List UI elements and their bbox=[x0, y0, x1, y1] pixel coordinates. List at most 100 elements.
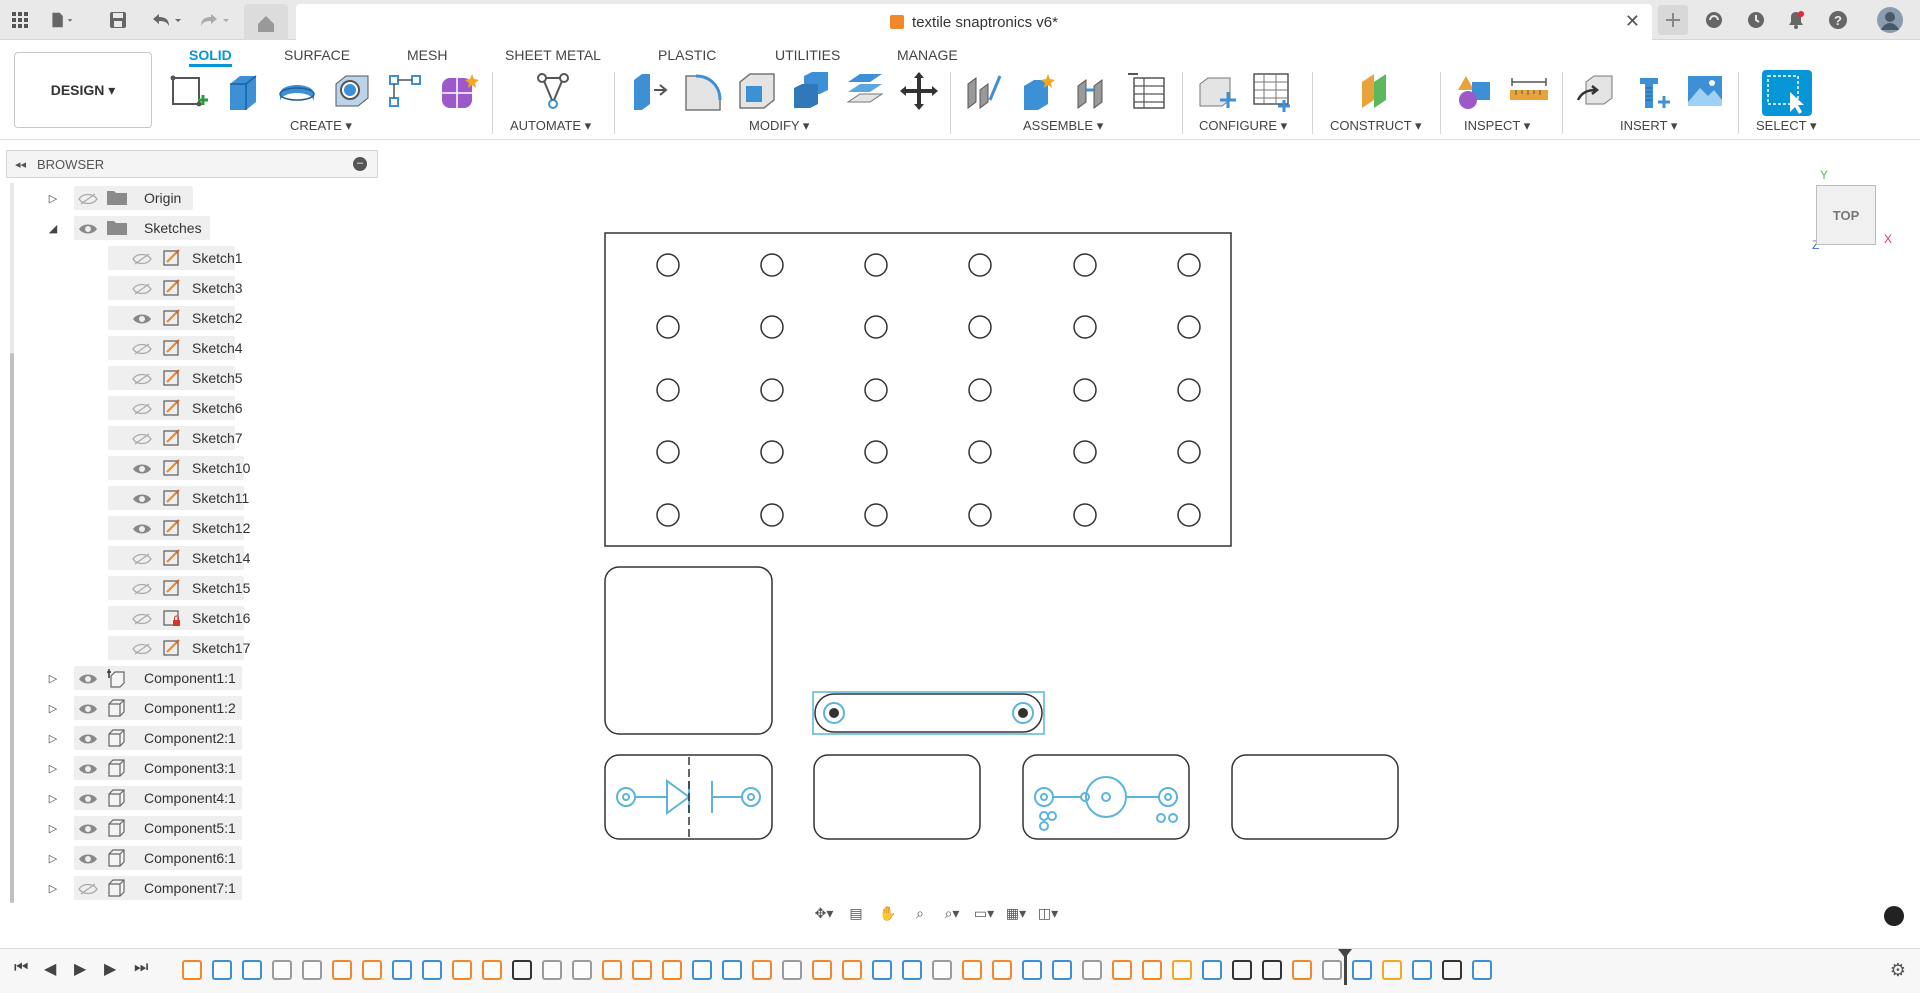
job-status-icon[interactable] bbox=[1744, 8, 1768, 32]
snap-grid-plate[interactable] bbox=[604, 232, 1232, 547]
fillet-icon[interactable] bbox=[682, 70, 724, 112]
connector-strip[interactable] bbox=[814, 693, 1043, 733]
snap-hole[interactable] bbox=[1073, 503, 1097, 527]
timeline-feature-icon[interactable] bbox=[1412, 960, 1432, 980]
sketch-viewport[interactable] bbox=[0, 140, 1920, 940]
measure-icon[interactable] bbox=[1508, 70, 1550, 112]
timeline-feature-icon[interactable] bbox=[212, 960, 232, 980]
snap-hole[interactable] bbox=[968, 440, 992, 464]
timeline-feature-icon[interactable] bbox=[602, 960, 622, 980]
timeline-feature-icon[interactable] bbox=[1172, 960, 1192, 980]
display-settings-icon[interactable]: ▭▾ bbox=[970, 902, 998, 924]
tab-manage[interactable]: MANAGE bbox=[897, 43, 958, 67]
snap-hole[interactable] bbox=[760, 378, 784, 402]
snap-hole[interactable] bbox=[968, 378, 992, 402]
timeline-feature-icon[interactable] bbox=[422, 960, 442, 980]
timeline-feature-icon[interactable] bbox=[752, 960, 772, 980]
snap-hole[interactable] bbox=[968, 315, 992, 339]
extrude-icon[interactable] bbox=[222, 70, 264, 112]
timeline-feature-icon[interactable] bbox=[1022, 960, 1042, 980]
snap-hole[interactable] bbox=[968, 503, 992, 527]
snap-hole[interactable] bbox=[656, 315, 680, 339]
snap-hole[interactable] bbox=[864, 503, 888, 527]
user-avatar[interactable] bbox=[1876, 6, 1904, 34]
timeline-feature-icon[interactable] bbox=[692, 960, 712, 980]
timeline-feature-icon[interactable] bbox=[182, 960, 202, 980]
insert-mcmaster-icon[interactable] bbox=[1630, 70, 1672, 112]
insert-group-label[interactable]: INSERT ▾ bbox=[1620, 118, 1677, 134]
new-component-icon[interactable] bbox=[1018, 70, 1060, 112]
modify-group-label[interactable]: MODIFY ▾ bbox=[749, 118, 809, 134]
configure-group-label[interactable]: CONFIGURE ▾ bbox=[1199, 118, 1287, 134]
move-copy-icon[interactable] bbox=[898, 70, 940, 112]
timeline-feature-icon[interactable] bbox=[1142, 960, 1162, 980]
tab-solid[interactable]: SOLID bbox=[189, 43, 232, 67]
timeline-feature-icon[interactable] bbox=[812, 960, 832, 980]
joint-icon[interactable] bbox=[964, 70, 1006, 112]
snap-hole[interactable] bbox=[864, 378, 888, 402]
select-group-label[interactable]: SELECT ▾ bbox=[1756, 118, 1816, 134]
snap-hole[interactable] bbox=[1177, 315, 1201, 339]
timeline-feature-icon[interactable] bbox=[1082, 960, 1102, 980]
extensions-icon[interactable] bbox=[1702, 8, 1726, 32]
revolve-icon[interactable] bbox=[276, 70, 318, 112]
fit-icon[interactable]: ⌕▾ bbox=[938, 902, 966, 924]
step-forward-icon[interactable]: ▶ bbox=[104, 959, 116, 979]
snap-hole[interactable] bbox=[1073, 315, 1097, 339]
snap-hole[interactable] bbox=[760, 253, 784, 277]
snap-hole[interactable] bbox=[1177, 378, 1201, 402]
timeline-feature-icon[interactable] bbox=[272, 960, 292, 980]
snap-hole[interactable] bbox=[760, 503, 784, 527]
timeline-feature-icon[interactable] bbox=[1292, 960, 1312, 980]
snap-hole[interactable] bbox=[760, 440, 784, 464]
file-menu-icon[interactable] bbox=[50, 8, 74, 32]
new-tab-icon[interactable] bbox=[1658, 5, 1688, 35]
snap-hole[interactable] bbox=[1073, 378, 1097, 402]
tab-mesh[interactable]: MESH bbox=[407, 43, 447, 67]
timeline-feature-icon[interactable] bbox=[1382, 960, 1402, 980]
configuration-table-icon[interactable] bbox=[1250, 70, 1292, 112]
play-icon[interactable]: ▶ bbox=[74, 959, 86, 979]
snap-hole[interactable] bbox=[656, 440, 680, 464]
timeline-feature-icon[interactable] bbox=[1472, 960, 1492, 980]
construct-group-label[interactable]: CONSTRUCT ▾ bbox=[1330, 118, 1422, 134]
blank-module[interactable] bbox=[813, 754, 981, 840]
undo-icon[interactable] bbox=[148, 8, 184, 32]
timeline-feature-icon[interactable] bbox=[902, 960, 922, 980]
redo-icon[interactable] bbox=[196, 8, 232, 32]
inspect-group-label[interactable]: INSPECT ▾ bbox=[1464, 118, 1530, 134]
help-icon[interactable]: ? bbox=[1826, 8, 1850, 32]
timeline-feature-icon[interactable] bbox=[392, 960, 412, 980]
timeline-feature-icon[interactable] bbox=[872, 960, 892, 980]
home-tab[interactable] bbox=[244, 4, 288, 40]
timeline-feature-icon[interactable] bbox=[242, 960, 262, 980]
document-tab[interactable]: textile snaptronics v6* ✕ bbox=[296, 4, 1652, 40]
tab-utilities[interactable]: UTILITIES bbox=[775, 43, 840, 67]
timeline-feature-icon[interactable] bbox=[1322, 960, 1342, 980]
automate-icon[interactable] bbox=[532, 70, 574, 112]
create-group-label[interactable]: CREATE ▾ bbox=[290, 118, 352, 134]
press-pull-icon[interactable] bbox=[628, 70, 670, 112]
timeline-feature-icon[interactable] bbox=[542, 960, 562, 980]
pan-icon[interactable]: ✋ bbox=[874, 902, 902, 924]
snap-hole[interactable] bbox=[1177, 253, 1201, 277]
workspace-switcher-button[interactable]: DESIGN ▾ bbox=[14, 52, 152, 128]
design-canvas[interactable]: Y X Z bbox=[0, 140, 1920, 940]
tab-surface[interactable]: SURFACE bbox=[284, 43, 350, 67]
bill-of-materials-icon[interactable] bbox=[1126, 70, 1168, 112]
tab-plastic[interactable]: PLASTIC bbox=[658, 43, 716, 67]
snap-hole[interactable] bbox=[864, 440, 888, 464]
timeline-feature-icon[interactable] bbox=[962, 960, 982, 980]
snap-hole[interactable] bbox=[968, 253, 992, 277]
snap-hole[interactable] bbox=[864, 253, 888, 277]
square-patch[interactable] bbox=[604, 566, 773, 735]
pattern-icon[interactable] bbox=[384, 70, 426, 112]
timeline-feature-icon[interactable] bbox=[1232, 960, 1252, 980]
timeline-feature-icon[interactable] bbox=[1202, 960, 1222, 980]
timeline-marker[interactable] bbox=[1338, 949, 1352, 985]
timeline-feature-icon[interactable] bbox=[992, 960, 1012, 980]
timeline-feature-icon[interactable] bbox=[782, 960, 802, 980]
close-tab-icon[interactable]: ✕ bbox=[1625, 11, 1640, 32]
timeline-feature-icon[interactable] bbox=[932, 960, 952, 980]
viewports-icon[interactable]: ◫▾ bbox=[1034, 902, 1062, 924]
